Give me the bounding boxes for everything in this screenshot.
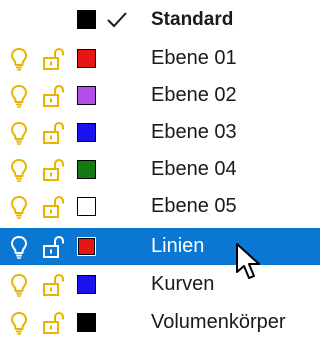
lightbulb-icon[interactable]: [6, 77, 32, 114]
unlocked-icon[interactable]: [38, 188, 68, 225]
layer-color-swatch[interactable]: [72, 1, 100, 38]
color-swatch[interactable]: [76, 49, 96, 68]
unlocked-icon[interactable]: [38, 228, 68, 265]
unlocked-icon[interactable]: [38, 114, 68, 151]
layer-list: Standard Ebene 01 Ebene 02 Ebene 03 Eben…: [0, 0, 320, 343]
layer-row[interactable]: Ebene 03: [0, 114, 320, 151]
color-swatch[interactable]: [76, 275, 96, 294]
layer-name[interactable]: Ebene 01: [151, 40, 237, 77]
unlocked-icon[interactable]: [38, 40, 68, 77]
layer-name[interactable]: Volumenkörper: [151, 304, 286, 341]
layer-name[interactable]: Ebene 04: [151, 151, 237, 188]
lightbulb-icon[interactable]: [6, 114, 32, 151]
layer-row[interactable]: Ebene 01: [0, 40, 320, 77]
color-swatch[interactable]: [76, 197, 96, 216]
color-swatch[interactable]: [76, 313, 96, 332]
color-swatch[interactable]: [76, 237, 96, 256]
color-swatch[interactable]: [76, 123, 96, 142]
layer-row[interactable]: Volumenkörper: [0, 304, 320, 341]
mouse-pointer-icon: [236, 243, 260, 279]
layer-name[interactable]: Ebene 02: [151, 77, 237, 114]
layer-color-swatch[interactable]: [72, 151, 100, 188]
layer-row[interactable]: Ebene 02: [0, 77, 320, 114]
color-swatch[interactable]: [76, 86, 96, 105]
layer-name[interactable]: Kurven: [151, 266, 214, 303]
unlocked-icon[interactable]: [38, 266, 68, 303]
color-swatch[interactable]: [76, 160, 96, 179]
layer-row[interactable]: Kurven: [0, 266, 320, 303]
lightbulb-icon[interactable]: [6, 188, 32, 225]
lightbulb-icon[interactable]: [6, 266, 32, 303]
layer-name[interactable]: Ebene 03: [151, 114, 237, 151]
layer-color-swatch[interactable]: [72, 40, 100, 77]
lightbulb-icon[interactable]: [6, 40, 32, 77]
layer-row[interactable]: Ebene 05: [0, 188, 320, 225]
layer-name[interactable]: Ebene 05: [151, 188, 237, 225]
layer-color-swatch[interactable]: [72, 304, 100, 341]
unlocked-icon[interactable]: [38, 77, 68, 114]
layer-color-swatch[interactable]: [72, 114, 100, 151]
unlocked-icon[interactable]: [38, 151, 68, 188]
layer-name[interactable]: Linien: [151, 228, 204, 265]
layer-row[interactable]: Ebene 04: [0, 151, 320, 188]
layer-row-standard[interactable]: Standard: [0, 1, 320, 38]
unlocked-icon[interactable]: [38, 304, 68, 341]
lightbulb-icon[interactable]: [6, 228, 32, 265]
color-swatch[interactable]: [76, 10, 96, 29]
layer-color-swatch[interactable]: [72, 77, 100, 114]
layer-row[interactable]: Linien: [0, 228, 320, 265]
layer-name[interactable]: Standard: [151, 1, 233, 38]
layer-color-swatch[interactable]: [72, 228, 100, 265]
check-icon: [102, 1, 132, 38]
lightbulb-icon[interactable]: [6, 304, 32, 341]
layer-color-swatch[interactable]: [72, 266, 100, 303]
layer-color-swatch[interactable]: [72, 188, 100, 225]
lightbulb-icon[interactable]: [6, 151, 32, 188]
